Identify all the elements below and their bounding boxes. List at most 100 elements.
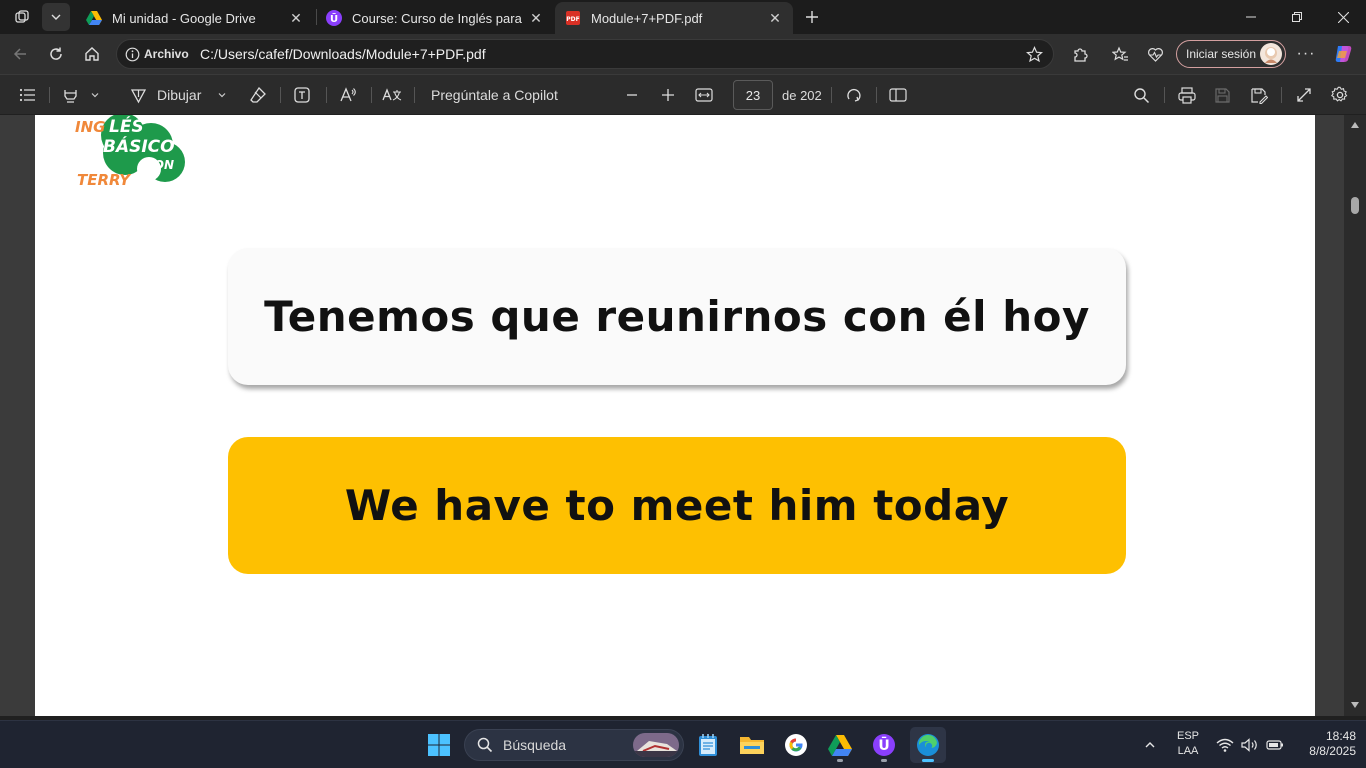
- page-total-label: de 202: [782, 87, 822, 103]
- taskbar-file-explorer[interactable]: [734, 727, 770, 763]
- system-tray-status[interactable]: [1212, 729, 1288, 761]
- tab-actions-button[interactable]: [42, 3, 70, 31]
- svg-text:Ū: Ū: [878, 736, 889, 754]
- tab-course[interactable]: Ū Course: Curso de Inglés para principia…: [316, 2, 554, 34]
- taskbar-course-app[interactable]: Ū: [866, 727, 902, 763]
- print-button[interactable]: [1175, 83, 1199, 107]
- address-bar[interactable]: Archivo C:/Users/cafef/Downloads/Module+…: [116, 39, 1054, 69]
- save-button[interactable]: [1210, 83, 1234, 107]
- zoom-out-button[interactable]: [620, 83, 644, 107]
- refresh-button[interactable]: [42, 40, 70, 68]
- start-button[interactable]: [421, 727, 457, 763]
- close-tab-icon[interactable]: ✕: [288, 10, 304, 26]
- erase-button[interactable]: [246, 83, 270, 107]
- contents-button[interactable]: [14, 83, 40, 107]
- copilot-button[interactable]: [1329, 40, 1357, 68]
- toolbar-divider: [1281, 87, 1282, 103]
- tab-google-drive[interactable]: Mi unidad - Google Drive ✕: [76, 2, 314, 34]
- google-g-icon: [784, 733, 808, 757]
- taskbar-edge[interactable]: [910, 727, 946, 763]
- highlight-button[interactable]: [58, 83, 82, 107]
- close-tab-icon[interactable]: ✕: [767, 10, 783, 26]
- minus-icon: [625, 88, 639, 102]
- course-site-icon: Ū: [872, 733, 896, 757]
- rotate-button[interactable]: [842, 83, 866, 107]
- page-view-button[interactable]: [886, 83, 910, 107]
- find-button[interactable]: [1129, 83, 1153, 107]
- translate-button[interactable]: [380, 83, 404, 107]
- fit-width-button[interactable]: [692, 83, 716, 107]
- settings-more-button[interactable]: ···: [1292, 40, 1320, 68]
- running-indicator: [881, 759, 887, 762]
- english-phrase: We have to meet him today: [344, 481, 1010, 530]
- zoom-in-button[interactable]: [656, 83, 680, 107]
- battery-icon: [1266, 739, 1284, 751]
- add-text-button[interactable]: [290, 83, 314, 107]
- edge-icon: [916, 733, 940, 757]
- page-number-input[interactable]: 23: [733, 80, 773, 110]
- show-hidden-icons-button[interactable]: [1136, 727, 1164, 763]
- tab-pdf[interactable]: PDF Module+7+PDF.pdf ✕: [555, 2, 793, 34]
- read-aloud-icon: [339, 86, 357, 104]
- save-as-button[interactable]: [1247, 83, 1271, 107]
- pdf-viewer[interactable]: ING LÉS BÁSICO CON TERRY Tenemos que reu…: [0, 115, 1366, 716]
- sign-in-button[interactable]: Iniciar sesión: [1176, 40, 1286, 68]
- pdf-settings-button[interactable]: [1328, 83, 1352, 107]
- search-icon: [1133, 87, 1150, 104]
- draw-button[interactable]: [126, 83, 150, 107]
- text-box-icon: [293, 86, 311, 104]
- file-badge: Archivo: [144, 47, 189, 61]
- plus-icon: [805, 10, 819, 24]
- folder-icon: [739, 734, 765, 756]
- wifi-icon: [1216, 738, 1234, 752]
- tab-title: Mi unidad - Google Drive: [112, 10, 256, 26]
- english-phrase-card: We have to meet him today: [228, 437, 1126, 574]
- plus-icon: [661, 88, 675, 102]
- vertical-scrollbar[interactable]: [1344, 115, 1366, 716]
- clock-date: 8/8/2025: [1309, 744, 1356, 758]
- favorites-button[interactable]: [1106, 40, 1134, 68]
- new-tab-button[interactable]: [798, 3, 826, 31]
- close-icon: [1337, 11, 1349, 23]
- full-screen-button[interactable]: [1292, 83, 1316, 107]
- draw-label[interactable]: Dibujar: [157, 83, 207, 107]
- browser-essentials-button[interactable]: [1141, 40, 1169, 68]
- back-arrow-icon: [12, 46, 28, 62]
- language-code: ESP: [1176, 730, 1199, 742]
- taskbar-notepad[interactable]: [690, 727, 726, 763]
- translate-icon: [382, 87, 402, 103]
- info-icon[interactable]: [125, 47, 140, 62]
- pdf-toolbar: Dibujar Pregúntale a Copilot 23 de 202: [0, 74, 1366, 114]
- chevron-down-icon: [90, 90, 100, 100]
- language-indicator[interactable]: ESP LAA: [1172, 729, 1204, 761]
- scrollbar-thumb[interactable]: [1351, 197, 1359, 214]
- highlighter-icon: [62, 87, 79, 104]
- favorite-star-icon[interactable]: [1026, 46, 1043, 63]
- home-button[interactable]: [78, 40, 106, 68]
- scroll-down-icon[interactable]: [1350, 701, 1360, 709]
- toolbar-divider: [1164, 87, 1165, 103]
- toolbar-divider: [326, 87, 327, 103]
- taskbar-search[interactable]: Búsqueda: [464, 729, 684, 761]
- spanish-phrase: Tenemos que reunirnos con él hoy: [264, 292, 1090, 341]
- minimize-button[interactable]: [1228, 0, 1274, 34]
- restore-button[interactable]: [1274, 0, 1320, 34]
- url-text[interactable]: C:/Users/cafef/Downloads/Module+7+PDF.pd…: [200, 46, 486, 62]
- workspaces-icon: [14, 9, 30, 25]
- extensions-button[interactable]: [1066, 40, 1094, 68]
- clock[interactable]: 18:48 8/8/2025: [1292, 729, 1356, 761]
- scroll-up-icon[interactable]: [1350, 121, 1360, 129]
- taskbar-google-chrome[interactable]: [778, 727, 814, 763]
- workspaces-button[interactable]: [8, 3, 36, 31]
- course-site-icon: Ū: [326, 10, 342, 26]
- draw-options-button[interactable]: [213, 83, 231, 107]
- active-indicator: [922, 759, 934, 762]
- highlight-options-button[interactable]: [86, 83, 104, 107]
- taskbar-google-drive[interactable]: [822, 727, 858, 763]
- close-tab-icon[interactable]: ✕: [528, 10, 544, 26]
- ask-copilot-button[interactable]: Pregúntale a Copilot: [431, 83, 571, 107]
- back-button[interactable]: [6, 40, 34, 68]
- minimize-icon: [1246, 12, 1256, 22]
- close-window-button[interactable]: [1320, 0, 1366, 34]
- read-aloud-button[interactable]: [336, 83, 360, 107]
